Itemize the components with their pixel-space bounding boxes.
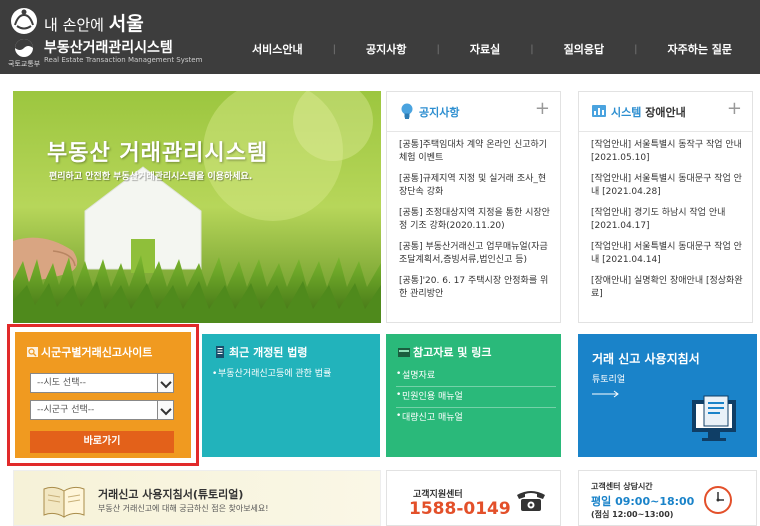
call-center-phone: 1588-0149 xyxy=(409,499,511,519)
system-more-button[interactable]: + xyxy=(727,99,742,119)
hours-label: 고객센터 상담시간 xyxy=(591,482,653,491)
nav-archive[interactable]: 자료실 xyxy=(470,41,500,57)
system-chart-icon xyxy=(592,105,606,117)
notice-item[interactable]: [공통] 부동산거래신고 업무매뉴얼(자금조달계획서,증빙서류,법인신고 등) xyxy=(399,241,554,267)
reference-link[interactable]: 설명자료 xyxy=(396,366,556,387)
nav-qna[interactable]: 질의응답 xyxy=(564,41,604,57)
system-panel-header: 시스템 장애안내 + xyxy=(579,92,752,132)
system-panel-title: 시스템 장애안내 xyxy=(611,104,686,120)
hero-banner: 부동산 거래관리시스템 편리하고 안전한 부동산거래관리시스템을 이용하세요. xyxy=(13,91,381,323)
notice-panel-header: 공지사항 + xyxy=(387,92,560,132)
recent-laws-title: 최근 개정된 법령 xyxy=(214,344,308,360)
guide-box[interactable]: 거래 신고 사용지침서 튜토리얼 xyxy=(578,334,757,457)
site-title-en: Real Estate Transaction Management Syste… xyxy=(44,56,203,64)
tutorial-title: 거래신고 사용지침서(튜토리얼) xyxy=(98,488,244,501)
notice-panel: 공지사항 + [공통]주택임대차 계약 온라인 신고하기 체험 이벤트 [공통]… xyxy=(386,91,561,323)
chevron-down-icon xyxy=(157,401,173,419)
system-list: [작업안내] 서울특별시 동작구 작업 안내 [2021.05.10] [작업안… xyxy=(591,139,746,309)
tutorial-banner[interactable]: 거래신고 사용지침서(튜토리얼) 부동산 거래신고에 대해 궁금하신 점은 찾아… xyxy=(13,470,381,526)
notice-more-button[interactable]: + xyxy=(535,99,550,119)
seoul-slogan: 내 손안에 서울 xyxy=(44,9,144,36)
nav-faq[interactable]: 자주하는 질문 xyxy=(667,41,732,57)
notice-item[interactable]: [공통]'20. 6. 17 주택시장 안정화를 위한 관리방안 xyxy=(399,275,554,301)
nav-divider: | xyxy=(634,43,638,55)
monitor-document-icon xyxy=(692,395,736,441)
book-icon xyxy=(43,486,85,518)
ministry-emblem-icon xyxy=(15,39,33,57)
weekday-time: 09:00~18:00 xyxy=(615,495,695,508)
site-title: 부동산거래관리시스템 xyxy=(44,40,173,56)
system-status-panel: 시스템 장애안내 + [작업안내] 서울특별시 동작구 작업 안내 [2021.… xyxy=(578,91,753,323)
reference-link[interactable]: 대량신고 매뉴얼 xyxy=(396,408,556,428)
sido-select-value: --시도 선택-- xyxy=(37,378,86,388)
site-header: 내 손안에 서울 부동산거래관리시스템 Real Estate Transact… xyxy=(0,0,760,74)
tutorial-subtitle: 부동산 거래신고에 대해 궁금하신 점은 찾아보세요! xyxy=(98,504,269,513)
lunch-hours: (점심 12:00~13:00) xyxy=(591,510,674,519)
guide-title: 거래 신고 사용지침서 xyxy=(592,352,700,366)
references-title: 참고자료 및 링크 xyxy=(398,344,492,360)
system-item[interactable]: [작업안내] 서울특별시 동작구 작업 안내 [2021.05.10] xyxy=(591,139,746,165)
weekday-label: 평일 xyxy=(591,495,612,508)
hero-title: 부동산 거래관리시스템 xyxy=(47,141,269,166)
reference-link[interactable]: 민원인용 매뉴얼 xyxy=(396,387,556,408)
telephone-icon xyxy=(517,491,545,511)
notice-panel-title: 공지사항 xyxy=(419,106,460,119)
notice-list: [공통]주택임대차 계약 온라인 신고하기 체험 이벤트 [공통]규제지역 지정… xyxy=(399,139,554,309)
references-box: 참고자료 및 링크 설명자료 민원인용 매뉴얼 대량신고 매뉴얼 xyxy=(386,334,561,457)
nav-divider: | xyxy=(436,43,440,55)
guide-subtitle: 튜토리얼 xyxy=(592,375,626,385)
main-nav: 서비스안내 | 공지사항 | 자료실 | 질의응답 | 자주하는 질문 xyxy=(232,38,752,60)
seoul-logo-icon xyxy=(11,8,37,34)
recent-laws-title-text: 최근 개정된 법령 xyxy=(229,346,308,359)
recent-laws-list: 부동산거래신고등에 관한 법률 xyxy=(212,366,372,382)
service-hours-box: 고객센터 상담시간 평일 09:00~18:00 (점심 12:00~13:00… xyxy=(578,470,757,526)
sido-select[interactable]: --시도 선택-- xyxy=(30,373,174,393)
slogan-small: 내 손안에 xyxy=(44,16,104,34)
notice-item[interactable]: [공통] 조정대상지역 지정을 통한 시장안정 기조 강화(2020.11.20… xyxy=(399,207,554,233)
system-item[interactable]: [장애안내] 실명확인 장애안내 [정상화완료] xyxy=(591,275,746,301)
sigungu-select-value: --시군구 선택-- xyxy=(37,405,95,415)
arrow-right-icon xyxy=(592,390,619,398)
call-center-box: 고객지원센터 1588-0149 xyxy=(386,470,561,526)
search-icon xyxy=(27,347,38,357)
hero-subtitle: 편리하고 안전한 부동산거래관리시스템을 이용하세요. xyxy=(49,172,253,182)
go-button[interactable]: 바로가기 xyxy=(30,431,174,453)
document-icon xyxy=(216,346,224,358)
weekday-hours: 평일 09:00~18:00 xyxy=(591,493,694,509)
system-title-highlight: 시스템 xyxy=(611,106,642,119)
nav-divider: | xyxy=(530,43,534,55)
nav-notices[interactable]: 공지사항 xyxy=(366,41,406,57)
folder-icon xyxy=(398,348,410,357)
references-list: 설명자료 민원인용 매뉴얼 대량신고 매뉴얼 xyxy=(396,366,556,428)
clock-icon xyxy=(704,486,732,514)
notice-item[interactable]: [공통]주택임대차 계약 온라인 신고하기 체험 이벤트 xyxy=(399,139,554,165)
chevron-down-icon xyxy=(157,374,173,392)
lightbulb-icon xyxy=(401,103,413,119)
notice-item[interactable]: [공통]규제지역 지정 및 실거래 조사_현장단속 강화 xyxy=(399,173,554,199)
nav-service-guide[interactable]: 서비스안내 xyxy=(252,41,303,57)
law-link[interactable]: 부동산거래신고등에 관한 법률 xyxy=(212,366,372,382)
nav-divider: | xyxy=(332,43,336,55)
site-logo[interactable]: 내 손안에 서울 부동산거래관리시스템 Real Estate Transact… xyxy=(8,6,202,68)
references-title-text: 참고자료 및 링크 xyxy=(413,346,492,359)
slogan-big: 서울 xyxy=(108,13,144,35)
system-title-rest: 장애안내 xyxy=(641,106,686,119)
system-item[interactable]: [작업안내] 서울특별시 동대문구 작업 안내 [2021.04.14] xyxy=(591,241,746,267)
ministry-label: 국토교통부 xyxy=(8,60,41,68)
region-site-box: 시군구별거래신고사이트 --시도 선택-- --시군구 선택-- 바로가기 xyxy=(15,332,191,458)
sigungu-select[interactable]: --시군구 선택-- xyxy=(30,400,174,420)
system-item[interactable]: [작업안내] 경기도 하남시 작업 안내 [2021.04.17] xyxy=(591,207,746,233)
system-item[interactable]: [작업안내] 서울특별시 동대문구 작업 안내 [2021.04.28] xyxy=(591,173,746,199)
recent-laws-box: 최근 개정된 법령 부동산거래신고등에 관한 법률 xyxy=(202,334,380,457)
house-grass-illustration xyxy=(13,91,381,323)
region-title-text: 시군구별거래신고사이트 xyxy=(41,346,153,359)
region-box-title: 시군구별거래신고사이트 xyxy=(27,344,152,360)
